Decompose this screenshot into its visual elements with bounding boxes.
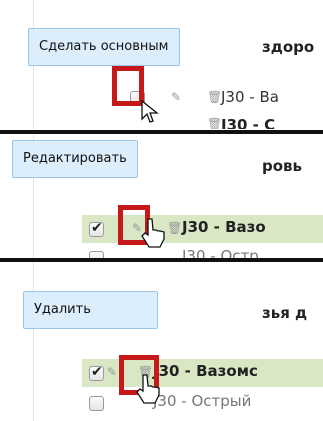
panel-delete: зья д ✎ 🗑 J30 - Вазомс J30 - Острый Удал… (0, 263, 323, 421)
tooltip-make-primary: Сделать основным (28, 28, 180, 66)
panel-separator (0, 130, 323, 134)
panel-make-primary: здоро ✎ 🗑 J30 - Ва 🗑 J30 - С Сделать осн… (0, 0, 323, 129)
row-checkbox[interactable] (89, 364, 104, 381)
grid-line (33, 263, 34, 421)
tooltip-edit: Редактировать (12, 140, 138, 178)
diagnosis-row[interactable]: J30 - Остр (82, 245, 323, 258)
diagnosis-row[interactable]: 🗑 J30 - С (82, 115, 323, 129)
background-heading: здоро (262, 38, 315, 56)
diagnosis-code: J30 - Вазомс (153, 362, 258, 380)
diagnosis-code: J30 - Острый (153, 392, 252, 410)
mouse-pointer-icon (141, 218, 165, 248)
diagnosis-code: J30 - Вазо (182, 218, 266, 236)
diagnosis-code: J30 - С (221, 116, 276, 129)
diagnosis-code: J30 - Остр (182, 247, 259, 258)
diagnosis-code: J30 - Ва (221, 88, 279, 106)
row-checkbox[interactable] (89, 251, 104, 258)
mouse-pointer-icon (136, 374, 160, 404)
row-checkbox[interactable] (89, 396, 104, 411)
trash-icon[interactable]: 🗑 (167, 221, 182, 235)
row-checkbox[interactable] (89, 220, 104, 237)
background-heading: зья д (262, 304, 308, 322)
background-heading: ровь (262, 157, 303, 175)
panel-edit: ровь ✎ 🗑 J30 - Вазо J30 - Остр Редактиро… (0, 135, 323, 258)
tooltip-delete: Удалить (23, 291, 158, 329)
trash-icon[interactable]: 🗑 (207, 117, 222, 129)
trash-icon[interactable]: 🗑 (207, 90, 222, 104)
mouse-pointer-icon (141, 100, 159, 123)
pencil-icon[interactable]: ✎ (171, 90, 181, 104)
pencil-icon[interactable]: ✎ (107, 365, 117, 379)
panel-separator (0, 258, 323, 262)
